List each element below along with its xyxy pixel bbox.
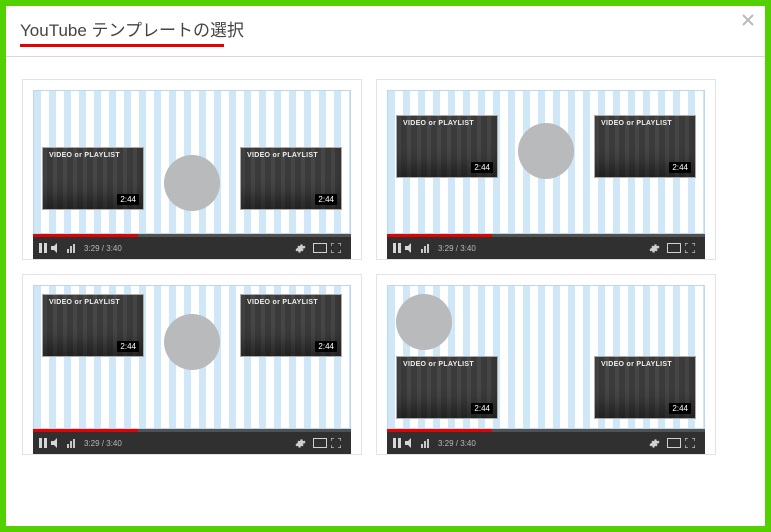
volume-icon [51, 243, 61, 253]
fullscreen-icon [685, 243, 695, 253]
dialog-title: YouTube テンプレートの選択 [20, 16, 244, 41]
video-thumbnail: VIDEO or PLAYLIST 2:44 [42, 147, 144, 210]
template-stage: VIDEO or PLAYLIST 2:44 VIDEO or PLAYLIST… [33, 90, 351, 234]
video-thumbnail: VIDEO or PLAYLIST 2:44 [240, 147, 342, 210]
pause-icon [39, 243, 47, 253]
fullscreen-icon [331, 438, 341, 448]
theater-icon [667, 243, 677, 253]
thumbnail-label: VIDEO or PLAYLIST [403, 120, 474, 127]
video-thumbnail: VIDEO or PLAYLIST 2:44 [594, 356, 696, 419]
timecode: 3:29 / 3:40 [438, 439, 476, 448]
title-underline [20, 44, 224, 47]
volume-level [67, 243, 76, 253]
video-thumbnail: VIDEO or PLAYLIST 2:44 [396, 356, 498, 419]
template-stage: VIDEO or PLAYLIST 2:44 VIDEO or PLAYLIST… [387, 90, 705, 234]
fullscreen-icon [331, 243, 341, 253]
thumbnail-label: VIDEO or PLAYLIST [247, 152, 318, 159]
template-option[interactable]: VIDEO or PLAYLIST 2:44 VIDEO or PLAYLIST… [22, 274, 362, 455]
dialog-frame: YouTube テンプレートの選択 VIDEO or PLAYLIST 2:44 [0, 0, 771, 532]
volume-level [421, 243, 430, 253]
avatar-placeholder [518, 123, 574, 179]
avatar-placeholder [396, 294, 452, 350]
thumbnail-label: VIDEO or PLAYLIST [403, 361, 474, 368]
avatar-placeholder [164, 314, 220, 370]
theater-icon [313, 438, 323, 448]
thumbnail-label: VIDEO or PLAYLIST [49, 152, 120, 159]
video-thumbnail: VIDEO or PLAYLIST 2:44 [396, 115, 498, 178]
gear-icon [295, 243, 305, 253]
pause-icon [39, 438, 47, 448]
player-controls: 3:29 / 3:40 [387, 237, 705, 259]
gear-icon [295, 438, 305, 448]
thumbnail-time: 2:44 [669, 403, 691, 414]
player-controls: 3:29 / 3:40 [33, 432, 351, 454]
volume-icon [51, 438, 61, 448]
template-stage: VIDEO or PLAYLIST 2:44 VIDEO or PLAYLIST… [387, 285, 705, 429]
theater-icon [667, 438, 677, 448]
video-thumbnail: VIDEO or PLAYLIST 2:44 [42, 294, 144, 357]
template-stage: VIDEO or PLAYLIST 2:44 VIDEO or PLAYLIST… [33, 285, 351, 429]
close-icon[interactable] [741, 11, 755, 32]
player-controls: 3:29 / 3:40 [387, 432, 705, 454]
template-option[interactable]: VIDEO or PLAYLIST 2:44 VIDEO or PLAYLIST… [376, 274, 716, 455]
player-controls: 3:29 / 3:40 [33, 237, 351, 259]
gear-icon [649, 438, 659, 448]
template-option[interactable]: VIDEO or PLAYLIST 2:44 VIDEO or PLAYLIST… [22, 79, 362, 260]
pause-icon [393, 438, 401, 448]
thumbnail-time: 2:44 [315, 341, 337, 352]
pause-icon [393, 243, 401, 253]
volume-icon [405, 438, 415, 448]
dialog-body[interactable]: VIDEO or PLAYLIST 2:44 VIDEO or PLAYLIST… [6, 57, 765, 526]
thumbnail-time: 2:44 [471, 162, 493, 173]
thumbnail-time: 2:44 [315, 194, 337, 205]
volume-level [67, 438, 76, 448]
video-thumbnail: VIDEO or PLAYLIST 2:44 [240, 294, 342, 357]
volume-icon [405, 243, 415, 253]
timecode: 3:29 / 3:40 [84, 244, 122, 253]
avatar-placeholder [164, 155, 220, 211]
thumbnail-label: VIDEO or PLAYLIST [49, 299, 120, 306]
volume-level [421, 438, 430, 448]
thumbnail-time: 2:44 [117, 194, 139, 205]
thumbnail-label: VIDEO or PLAYLIST [247, 299, 318, 306]
thumbnail-time: 2:44 [471, 403, 493, 414]
theater-icon [313, 243, 323, 253]
video-thumbnail: VIDEO or PLAYLIST 2:44 [594, 115, 696, 178]
template-grid: VIDEO or PLAYLIST 2:44 VIDEO or PLAYLIST… [22, 79, 749, 455]
thumbnail-time: 2:44 [117, 341, 139, 352]
dialog-header: YouTube テンプレートの選択 [6, 6, 765, 57]
thumbnail-label: VIDEO or PLAYLIST [601, 120, 672, 127]
timecode: 3:29 / 3:40 [438, 244, 476, 253]
thumbnail-time: 2:44 [669, 162, 691, 173]
template-option[interactable]: VIDEO or PLAYLIST 2:44 VIDEO or PLAYLIST… [376, 79, 716, 260]
fullscreen-icon [685, 438, 695, 448]
thumbnail-label: VIDEO or PLAYLIST [601, 361, 672, 368]
timecode: 3:29 / 3:40 [84, 439, 122, 448]
gear-icon [649, 243, 659, 253]
